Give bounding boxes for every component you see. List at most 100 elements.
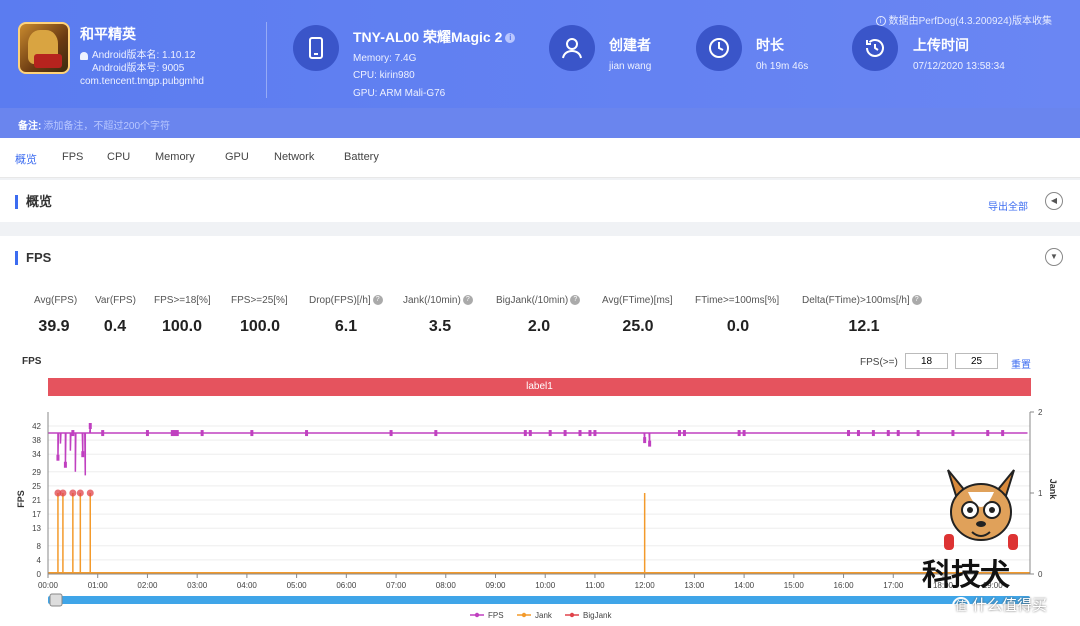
chart-title: FPS [22, 356, 42, 367]
fps-point [588, 430, 592, 437]
device-model: TNY-AL00 荣耀Magic 2i [353, 27, 516, 47]
note-bar[interactable]: 备注: 添加备注，不超过200个字符 [0, 108, 1080, 138]
tab-bar: 概览 FPS CPU Memory GPU Network Battery [0, 138, 1080, 178]
stat-label-fps25: FPS>=25[%] [231, 295, 288, 306]
fps-point [871, 430, 875, 437]
note-input[interactable]: 添加备注，不超过200个字符 [43, 121, 170, 132]
tab-battery[interactable]: Battery [344, 151, 379, 163]
x-tick-label: 03:00 [187, 581, 208, 590]
y-tick-label: 13 [32, 524, 41, 533]
fps-panel-title: FPS [15, 251, 51, 265]
y2-axis-label: Jank [1048, 479, 1058, 501]
device-gpu: GPU: ARM Mali-G76 [353, 88, 446, 99]
x-tick-label: 17:00 [883, 581, 904, 590]
fps-point [434, 430, 438, 437]
stat-value-fps18: 100.0 [161, 318, 203, 335]
perfdog-version-note: i 数据由PerfDog(4.3.200924)版本收集 [875, 12, 1052, 27]
x-tick-label: 01:00 [88, 581, 109, 590]
fps-chart[interactable]: 0 4 8 13 17 21 25 29 34 38 42 0 1 2 FPS Jank 00:00 01:00 0… [0, 396, 1080, 626]
fps-point [593, 430, 597, 437]
app-version-code: Android版本号: 9005 [92, 63, 185, 74]
tab-memory[interactable]: Memory [155, 151, 195, 163]
y-axis-label: FPS [16, 490, 26, 508]
note-label: 备注: [18, 121, 42, 132]
bigjank-point [69, 489, 77, 497]
reset-button[interactable]: 重置 [1011, 356, 1031, 371]
phone-icon [293, 25, 339, 71]
info-icon[interactable]: i [505, 33, 516, 44]
legend-label: FPS [488, 611, 504, 620]
fps-point [1001, 430, 1005, 437]
tab-cpu[interactable]: CPU [107, 151, 130, 163]
android-icon [80, 52, 88, 60]
y2-tick-label: 0 [1038, 570, 1043, 579]
fps-threshold-2-input[interactable] [955, 353, 998, 369]
stat-value-jank: 3.5 [428, 318, 452, 335]
divider [266, 22, 267, 98]
fps-point [389, 430, 393, 437]
y-tick-label: 8 [37, 542, 42, 551]
fps-threshold-1-input[interactable] [905, 353, 948, 369]
stat-label-ftime100: FTime>=100ms[%] [695, 295, 780, 306]
stat-label-drop: Drop(FPS)[/h]? [309, 295, 383, 306]
overview-title: 概览 [15, 195, 52, 209]
time-slider-track[interactable] [48, 596, 1030, 604]
fps-point [951, 430, 955, 437]
label-band[interactable]: label1 [48, 378, 1031, 396]
app-name: 和平精英 [80, 26, 136, 42]
x-tick-label: 02:00 [137, 581, 158, 590]
y-tick-label: 34 [32, 450, 41, 459]
fps-point [175, 430, 179, 437]
collapse-down-icon[interactable]: ▼ [1045, 248, 1063, 266]
stat-value-avg-ftime: 25.0 [622, 318, 654, 335]
fps-point [523, 430, 527, 437]
y-tick-label: 25 [32, 482, 41, 491]
tab-overview[interactable]: 概览 [15, 151, 37, 167]
help-icon[interactable]: ? [372, 295, 383, 306]
tab-gpu[interactable]: GPU [225, 151, 249, 163]
fps-point [250, 430, 254, 437]
fps-point [56, 454, 60, 461]
tab-network[interactable]: Network [274, 151, 314, 163]
fps-point [847, 430, 851, 437]
app-package: com.tencent.tmgp.pubgmhd [80, 76, 204, 87]
legend-marker [521, 612, 527, 618]
time-slider-handle[interactable] [49, 593, 63, 607]
fps-point [88, 423, 92, 429]
fps-point [916, 430, 920, 437]
fps-point [578, 430, 582, 437]
stat-label-delta-ftime: Delta(FTime)>100ms[/h]? [802, 295, 922, 306]
help-icon[interactable]: ? [462, 295, 473, 306]
stat-label-avg-fps: Avg(FPS) [34, 295, 78, 306]
fps-point [101, 430, 105, 437]
stat-value-ftime100: 0.0 [726, 318, 750, 335]
help-icon[interactable]: ? [570, 295, 581, 306]
y-tick-label: 29 [32, 468, 41, 477]
stat-value-fps25: 100.0 [239, 318, 281, 335]
help-icon[interactable]: ? [911, 295, 922, 306]
fps-point [71, 430, 75, 437]
fps-point [145, 430, 149, 437]
fps-threshold-label: FPS(>=) [860, 357, 898, 368]
collapse-left-icon[interactable]: ◀ [1045, 192, 1063, 210]
stat-label-avg-ftime: Avg(FTime)[ms] [602, 295, 673, 306]
legend-label: Jank [535, 611, 553, 620]
device-memory: Memory: 7.4G [353, 53, 417, 64]
x-tick-label: 06:00 [336, 581, 357, 590]
y-tick-label: 4 [37, 556, 42, 565]
overview-panel: 概览 导出全部 ◀ [0, 180, 1080, 222]
x-tick-label: 08:00 [436, 581, 457, 590]
x-tick-label: 07:00 [386, 581, 407, 590]
history-icon [852, 25, 898, 71]
fps-point [682, 430, 686, 437]
device-cpu: CPU: kirin980 [353, 70, 415, 81]
upload-title: 上传时间 [913, 37, 969, 53]
x-tick-label: 13:00 [684, 581, 705, 590]
watermark-logo-icon: 值 [952, 597, 970, 615]
tab-fps[interactable]: FPS [62, 151, 83, 163]
fps-point [563, 430, 567, 437]
y2-tick-label: 1 [1038, 489, 1043, 498]
fps-point [200, 430, 204, 437]
export-all-button[interactable]: 导出全部 [988, 198, 1028, 213]
x-tick-label: 05:00 [287, 581, 308, 590]
